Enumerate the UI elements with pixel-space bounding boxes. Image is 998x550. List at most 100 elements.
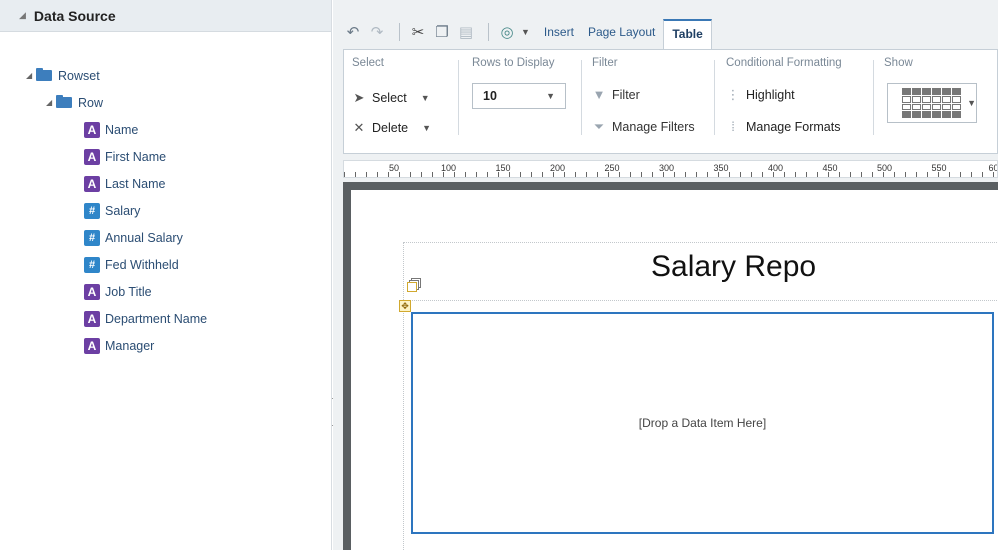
expand-triangle-icon[interactable]: ◢ [46, 98, 56, 107]
row-label: Row [78, 95, 104, 110]
folder-icon [56, 95, 72, 108]
field-label: Salary [105, 203, 141, 218]
field-label: Manager [105, 338, 155, 353]
tab-table[interactable]: Table [663, 19, 712, 49]
text-field-icon: A [84, 175, 100, 192]
tree-node-row[interactable]: ◢ Row [0, 89, 330, 116]
ribbon-panel: Select ➤ Select ▼ ✕ Delete ▼ Rows to Dis… [343, 49, 998, 154]
toolbar: ↶ ↷ ✂ ❐ ▤ ◎ ▼ Insert Page Layout Table [343, 18, 998, 49]
rows-value: 10 [483, 89, 497, 103]
filter-button[interactable]: ▼ Filter [592, 87, 640, 102]
field-item[interactable]: # Salary [0, 197, 330, 224]
tab-insert[interactable]: Insert [544, 25, 574, 39]
cursor-arrow-icon: ➤ [353, 90, 365, 105]
data-source-title: Data Source [33, 7, 116, 24]
cut-icon[interactable]: ✂ [408, 22, 428, 42]
data-source-header[interactable]: ◢ Data Source [0, 0, 331, 32]
group-divider [581, 60, 582, 135]
filter-label: Filter [612, 87, 640, 102]
expand-triangle-icon[interactable]: ◢ [26, 71, 36, 80]
group-divider [873, 60, 874, 135]
manage-formats-button[interactable]: ⁞ Manage Formats [726, 119, 840, 134]
rows-to-display-select[interactable]: 10 ▼ [472, 83, 566, 109]
text-field-icon: A [84, 337, 100, 354]
data-source-tree: ◢ Rowset ◢ Row A Name A First Name A Last Nam… [0, 62, 330, 359]
field-label: Job Title [105, 284, 152, 299]
field-label: Last Name [105, 176, 166, 191]
ruler-ticks [344, 172, 997, 177]
table-style-picker[interactable]: ▼ [887, 83, 977, 123]
highlight-button[interactable]: ⋮ Highlight [726, 87, 795, 103]
numeric-field-icon: # [84, 256, 100, 273]
rows-to-display-group: Rows to Display 10 ▼ [460, 50, 580, 150]
group-divider [458, 60, 459, 135]
collapse-triangle-icon[interactable]: ◢ [19, 10, 26, 21]
text-field-icon: A [84, 148, 100, 165]
cf-group-title: Conditional Formatting [726, 57, 842, 69]
move-handle-icon[interactable]: ✥ [399, 300, 411, 312]
report-canvas: Salary Repo ✥ [Drop a Data Item Here] [351, 190, 998, 550]
select-button[interactable]: ➤ Select ▼ [352, 90, 430, 106]
select-group: Select ➤ Select ▼ ✕ Delete ▼ [344, 50, 456, 150]
toolbar-divider [399, 23, 400, 41]
delete-x-icon: ✕ [353, 120, 365, 135]
undo-icon[interactable]: ↶ [343, 22, 363, 42]
data-source-panel: ◢ Data Source ◢ Rowset ◢ Row A Name A First… [0, 0, 332, 550]
section-divider [403, 300, 998, 301]
highlight-label: Highlight [746, 88, 795, 102]
funnel-icon: ▼ [592, 87, 606, 102]
highlight-icon: ⋮ [726, 87, 740, 102]
chevron-down-icon: ▼ [546, 91, 555, 101]
chevron-down-icon[interactable]: ▼ [422, 123, 431, 133]
report-title[interactable]: Salary Repo [651, 250, 816, 284]
chevron-down-icon: ▼ [967, 98, 976, 108]
manage-filters-icon: ⏷ [593, 119, 605, 134]
field-item[interactable]: A Department Name [0, 305, 330, 332]
field-list: A Name A First Name A Last Name # Salary # Annual… [0, 116, 330, 359]
field-item[interactable]: A Manager [0, 332, 330, 359]
chevron-down-icon[interactable]: ▼ [521, 27, 530, 37]
field-item[interactable]: A Last Name [0, 170, 330, 197]
tree-node-rowset[interactable]: ◢ Rowset [0, 62, 330, 89]
field-item[interactable]: A First Name [0, 143, 330, 170]
select-group-title: Select [352, 57, 384, 69]
numeric-field-icon: # [84, 202, 100, 219]
show-group-title: Show [884, 57, 913, 69]
chevron-down-icon[interactable]: ▼ [421, 93, 430, 103]
report-editor: ◢ Data Source ◢ Rowset ◢ Row A Name A First… [0, 0, 998, 550]
delete-button[interactable]: ✕ Delete ▼ [352, 120, 432, 136]
text-field-icon: A [84, 121, 100, 138]
group-divider [714, 60, 715, 135]
data-drop-zone[interactable]: [Drop a Data Item Here] [411, 312, 994, 534]
numeric-field-icon: # [84, 229, 100, 246]
manage-filters-button[interactable]: ⏷ Manage Filters [592, 119, 695, 135]
field-item[interactable]: A Job Title [0, 278, 330, 305]
field-label: Department Name [105, 311, 208, 326]
select-label: Select [372, 91, 407, 105]
table-grid-icon [902, 88, 962, 118]
field-item[interactable]: # Annual Salary [0, 224, 330, 251]
field-label: Annual Salary [105, 230, 183, 245]
filter-group-title: Filter [592, 57, 618, 69]
drop-placeholder-text: [Drop a Data Item Here] [638, 416, 767, 430]
canvas-frame: Salary Repo ✥ [Drop a Data Item Here] [343, 182, 998, 550]
manage-filters-label: Manage Filters [612, 120, 695, 134]
text-field-icon: A [84, 283, 100, 300]
rows-group-title: Rows to Display [472, 57, 555, 69]
field-label: First Name [105, 149, 167, 164]
tab-page-layout[interactable]: Page Layout [588, 25, 655, 39]
paste-icon[interactable]: ▤ [456, 22, 476, 42]
field-label: Name [105, 122, 139, 137]
data-model-icon[interactable]: ◎ [497, 22, 517, 42]
copy-icon[interactable]: ❐ [432, 22, 452, 42]
text-field-icon: A [84, 310, 100, 327]
field-label: Fed Withheld [105, 257, 179, 272]
layers-icon[interactable] [407, 278, 423, 294]
redo-icon[interactable]: ↷ [367, 22, 387, 42]
manage-formats-label: Manage Formats [746, 119, 841, 134]
folder-icon [36, 68, 52, 81]
field-item[interactable]: # Fed Withheld [0, 251, 330, 278]
horizontal-ruler: 50 100 150 200 250 300 350 400 450 500 550 60 [343, 160, 998, 178]
field-item[interactable]: A Name [0, 116, 330, 143]
delete-label: Delete [372, 121, 409, 135]
